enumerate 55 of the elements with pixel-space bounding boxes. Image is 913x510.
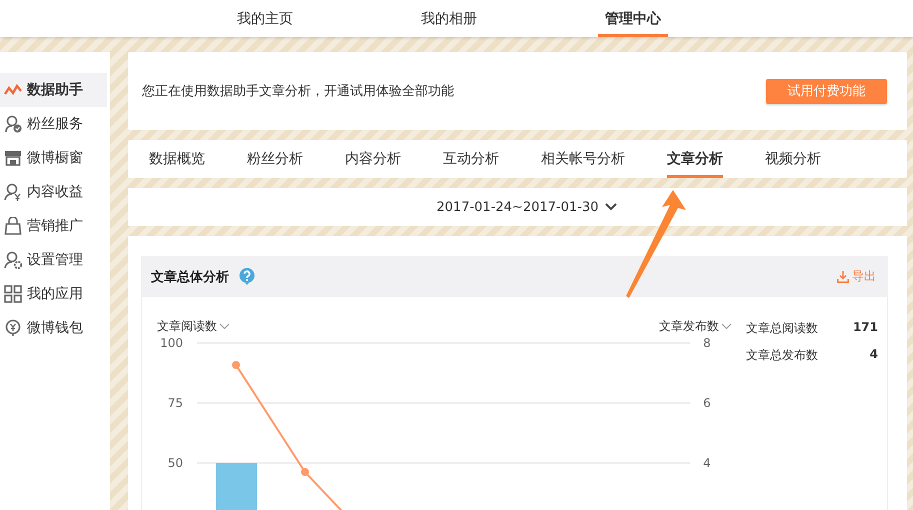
chevron-down-icon [219, 322, 230, 330]
sidebar-item[interactable]: 微博橱窗 [0, 141, 107, 175]
axis-tick-label: 75 [168, 396, 183, 410]
bag-icon [4, 217, 22, 235]
sidebar-item-label: 内容收益 [27, 183, 83, 201]
section-title: 文章总体分析 [151, 268, 229, 286]
tab[interactable]: 数据概览 [149, 140, 205, 178]
chevron-down-icon [721, 322, 732, 330]
metric-select[interactable]: 文章发布数 [659, 317, 732, 335]
grid-icon [4, 285, 22, 303]
sidebar-item-label: 我的应用 [27, 285, 83, 303]
sidebar-item-label: 数据助手 [27, 81, 83, 99]
data-point [232, 361, 240, 369]
help-icon [239, 268, 255, 285]
sidebar-item[interactable]: 数据助手 [0, 73, 107, 107]
tab[interactable]: 互动分析 [443, 140, 499, 178]
nav-tab[interactable]: 我的相册 [414, 0, 484, 37]
sidebar-item[interactable]: 微博钱包 [0, 311, 107, 345]
axis-tick-label: 50 [168, 456, 183, 470]
axis-tick-label: 4 [703, 456, 711, 470]
date-range-select[interactable]: 2017-01-24~2017-01-30 [436, 200, 616, 214]
user-yen-icon [4, 183, 22, 201]
tab[interactable]: 内容分析 [345, 140, 401, 178]
stat-value: 171 [852, 320, 878, 336]
user-gear-icon [4, 251, 22, 269]
sidebar-item-label: 设置管理 [27, 251, 83, 269]
nav-tab[interactable]: 我的主页 [230, 0, 300, 37]
storefront-icon [4, 149, 22, 167]
download-icon [837, 270, 849, 282]
chevron-down-icon [604, 203, 616, 211]
stat-label: 文章总发布数 [746, 347, 818, 364]
sidebar-item[interactable]: 设置管理 [0, 243, 107, 277]
user-check-icon [4, 115, 22, 133]
axis-tick-label: 8 [703, 336, 711, 350]
sidebar-item[interactable]: 内容收益 [0, 175, 107, 209]
sidebar-item[interactable]: 粉丝服务 [0, 107, 107, 141]
yen-coin-icon [4, 319, 22, 337]
sidebar-item[interactable]: 我的应用 [0, 277, 107, 311]
nav-tab[interactable]: 管理中心 [598, 0, 668, 37]
data-point [301, 468, 309, 476]
stat-value: 4 [870, 347, 878, 363]
notice-text: 您正在使用数据助手文章分析，开通试用体验全部功能 [142, 83, 454, 100]
tab[interactable]: 文章分析 [667, 140, 723, 178]
sidebar-item-label: 微博钱包 [27, 319, 83, 337]
sidebar-item-label: 微博橱窗 [27, 149, 83, 167]
sidebar-item[interactable]: 营销推广 [0, 209, 107, 243]
tab[interactable]: 粉丝分析 [247, 140, 303, 178]
axis-tick-label: 6 [703, 396, 711, 410]
sidebar-item-label: 粉丝服务 [27, 115, 83, 133]
axis-tick-label: 100 [160, 336, 183, 350]
stat-label: 文章总阅读数 [746, 320, 818, 337]
metric-select[interactable]: 文章阅读数 [157, 317, 230, 335]
sidebar-item-label: 营销推广 [27, 217, 83, 235]
tab[interactable]: 相关帐号分析 [541, 140, 625, 178]
tab[interactable]: 视频分析 [765, 140, 821, 178]
